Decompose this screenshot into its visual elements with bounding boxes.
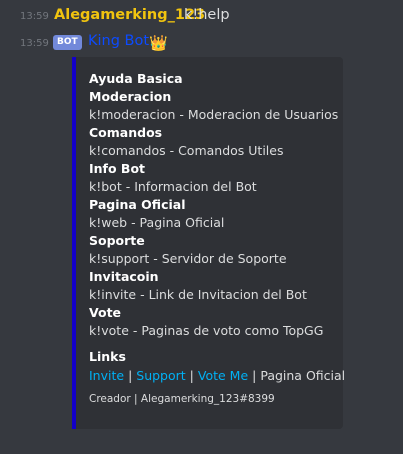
- support-link[interactable]: Support: [136, 368, 185, 383]
- embed-heading: Invitacoin: [89, 269, 159, 284]
- embed-footer: Creador | Alegamerking_123#8399: [89, 393, 275, 405]
- embed-command-line: k!moderacion - Moderacion de Usuarios: [89, 107, 339, 122]
- embed-command-line: k!bot - Informacion del Bot: [89, 179, 257, 194]
- embed-command-line: k!comandos - Comandos Utiles: [89, 143, 284, 158]
- crown-icon: 👑: [149, 34, 168, 52]
- embed-heading: Vote: [89, 305, 122, 320]
- link-separator: |: [252, 368, 257, 383]
- embed-content: Ayuda Basica Moderacion k!moderacion - Mod…: [89, 70, 345, 406]
- links-field-title: Links: [89, 349, 126, 364]
- embed-heading: Ayuda Basica: [89, 71, 183, 86]
- embed-heading: Soporte: [89, 233, 145, 248]
- vote-link[interactable]: Vote Me: [198, 368, 248, 383]
- embed-command-line: k!invite - Link de Invitacion del Bot: [89, 287, 307, 302]
- embed-heading: Moderacion: [89, 89, 172, 104]
- message-timestamp: 13:59: [20, 11, 49, 22]
- bot-tag-badge: BOT: [53, 35, 82, 50]
- embed-heading: Comandos: [89, 125, 163, 140]
- embed-command-line: k!support - Servidor de Soporte: [89, 251, 287, 266]
- message-author-bot[interactable]: King Bot: [88, 33, 149, 49]
- embed-heading: Info Bot: [89, 161, 146, 176]
- bot-message-header: 13:59 BOT King Bot 👑: [0, 32, 403, 54]
- message-author-username[interactable]: Alegamerking_123: [54, 7, 205, 23]
- link-separator: |: [189, 368, 194, 383]
- link-separator: |: [128, 368, 133, 383]
- embed-heading: Pagina Oficial: [89, 197, 186, 212]
- message-timestamp: 13:59: [20, 38, 49, 49]
- embed-command-line: k!web - Pagina Oficial: [89, 215, 225, 230]
- official-page-text: Pagina Oficial: [260, 368, 346, 383]
- links-field-value: Invite | Support | Vote Me | Pagina Ofic…: [89, 366, 345, 386]
- embed-command-line: k!vote - Paginas de voto como TopGG: [89, 323, 324, 338]
- user-message: 13:59 Alegamerking_123 k!help: [0, 6, 403, 26]
- embed-description: Ayuda Basica Moderacion k!moderacion - Mod…: [89, 70, 339, 340]
- invite-link[interactable]: Invite: [89, 368, 124, 383]
- help-embed: Ayuda Basica Moderacion k!moderacion - Mod…: [72, 57, 345, 429]
- message-content: k!help: [184, 7, 230, 23]
